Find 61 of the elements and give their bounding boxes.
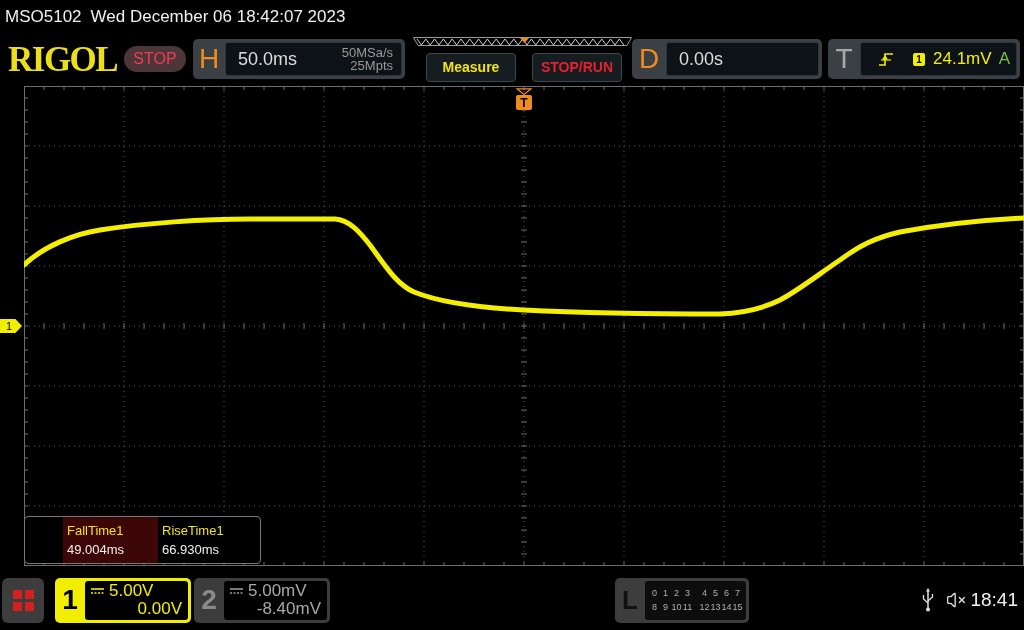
logic-channel-number: 4: [701, 588, 708, 598]
speaker-muted-icon: [946, 590, 967, 610]
logic-channel-number: 12: [699, 602, 710, 612]
horizontal-label: H: [197, 42, 221, 76]
vertical-scale: 5.00V: [109, 582, 154, 600]
vertical-offset: 0.00V: [137, 600, 182, 618]
delay-label: D: [637, 42, 661, 76]
sample-rate: 50MSa/s: [341, 46, 393, 59]
menu-button[interactable]: [2, 577, 44, 623]
logic-channel-number: 5: [712, 588, 719, 598]
logic-channel-number: 14: [721, 602, 732, 612]
channel-panel[interactable]: 2 5.00mV -8.40mV: [194, 577, 330, 623]
vertical-scale: 5.00mV: [248, 582, 307, 600]
logic-channel-number: 13: [710, 602, 721, 612]
trigger-mode: A: [998, 48, 1010, 71]
logic-channel-number: 1: [662, 588, 669, 598]
measurement-name: RiseTime1: [162, 523, 225, 538]
measurement-name: FallTime1: [67, 523, 125, 538]
horizontal-panel[interactable]: H 50.0ms 50MSa/s 25Mpts: [193, 39, 405, 79]
logic-channel-number: 9: [662, 602, 669, 612]
logic-channel-number: 2: [673, 588, 680, 598]
run-state-badge: STOP: [124, 46, 186, 72]
model-name: MSO5102: [5, 6, 82, 29]
channel-number: 2: [200, 583, 218, 617]
logic-channel-number: 10: [671, 602, 682, 612]
dc-coupling-icon: [91, 588, 104, 594]
dc-coupling-icon: [230, 588, 243, 594]
brand-logo: RIGOL: [8, 41, 119, 77]
trigger-arrow-icon: [516, 88, 532, 95]
trigger-threshold: 24.1mV: [933, 48, 992, 71]
delay-value: 0.00s: [679, 47, 724, 71]
app-grid-icon: [12, 589, 34, 611]
usb-icon: [922, 588, 935, 612]
trigger-panel[interactable]: T 1 24.1mV A: [828, 39, 1020, 79]
delay-panel[interactable]: D 0.00s: [632, 39, 822, 79]
measurement-item[interactable]: RiseTime1 66.930ms: [158, 517, 253, 563]
logic-channel-number: 0: [651, 588, 658, 598]
logic-channel-number: 8: [651, 602, 658, 612]
memory-depth: 25Mpts: [350, 59, 393, 72]
logic-channel-number: 3: [684, 588, 691, 598]
timebase-value: 50.0ms: [238, 47, 298, 71]
date-time: Wed December 06 18:42:07 2023: [90, 6, 346, 29]
trigger-marker[interactable]: T: [516, 95, 532, 110]
system-time: 18:41: [970, 587, 1018, 612]
measurement-item[interactable]: FallTime1 49.004ms: [63, 517, 158, 563]
measurement-value: 66.930ms: [162, 542, 221, 557]
softkey-button[interactable]: STOP/RUN: [532, 52, 622, 82]
measurement-value: 49.004ms: [67, 542, 126, 557]
softkey-button[interactable]: Measure: [426, 52, 516, 82]
logic-channel-number: 6: [723, 588, 730, 598]
channel-number: 1: [61, 583, 79, 617]
position-marker-icon: [520, 37, 529, 43]
rising-edge-icon: [879, 52, 893, 66]
vertical-offset: -8.40mV: [256, 600, 321, 618]
logic-channel-number: 11: [682, 602, 693, 612]
trigger-label: T: [834, 42, 854, 76]
channel-marker[interactable]: 1: [0, 319, 22, 333]
logic-channel-number: 7: [734, 588, 741, 598]
trigger-source-badge: 1: [913, 52, 925, 66]
channel-panel[interactable]: 1 5.00V 0.00V: [55, 577, 191, 623]
logic-channel-number: 15: [732, 602, 743, 612]
